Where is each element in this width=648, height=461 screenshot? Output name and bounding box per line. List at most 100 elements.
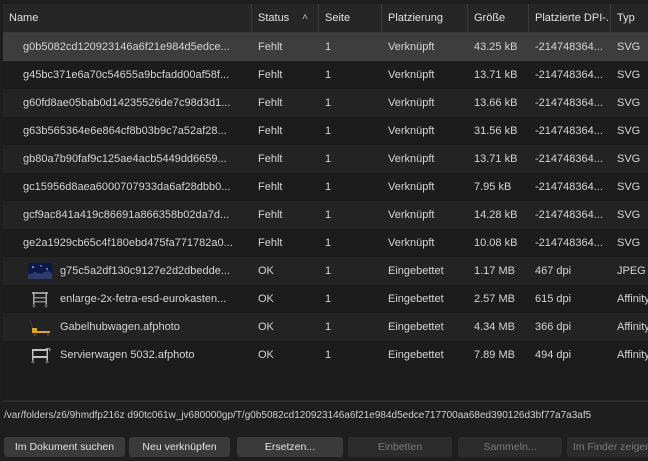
cell-size: 13.71 kB <box>474 153 518 165</box>
cell-typ: SVG <box>617 125 641 137</box>
cell-name: Servierwagen 5032.afphoto <box>60 349 195 361</box>
cell-typ: Affinity <box>617 293 648 305</box>
cell-name: gc15956d8aea6000707933da6af28dbb0... <box>23 181 231 193</box>
resource-table: Name Status ˄ Seite Platzierung Größe Pla… <box>3 4 648 400</box>
cell-seite: 1 <box>325 265 332 277</box>
show-in-finder-button[interactable]: Im Finder zeigen <box>567 437 648 457</box>
cell-seite: 1 <box>325 153 332 165</box>
cell-status: Fehlt <box>258 41 283 53</box>
cell-status: Fehlt <box>258 125 283 137</box>
chevron-up-icon: ˄ <box>302 12 308 23</box>
cell-size: 2.57 MB <box>474 293 515 305</box>
collect-button[interactable]: Sammeln... <box>458 437 562 457</box>
cell-typ: SVG <box>617 209 641 221</box>
cell-platzierung: Verknüpft <box>388 69 435 81</box>
cell-name: g45bc371e6a70c54655a9bcfadd00af58f... <box>23 69 230 81</box>
table-row[interactable]: gc15956d8aea6000707933da6af28dbb0... Fehl… <box>3 173 648 201</box>
column-header-platzierung[interactable]: Platzierung <box>382 4 468 32</box>
cell-name: g60fd8ae05bab0d14235526de7c98d3d1... <box>23 97 231 109</box>
column-header-seite[interactable]: Seite <box>319 4 382 32</box>
cell-name: g63b565364e6e864cf8b03b9c7a52af28... <box>23 125 227 137</box>
table-row[interactable]: Gabelhubwagen.afphoto OK 1 Eingebettet 4.34 … <box>3 313 648 341</box>
cell-seite: 1 <box>325 97 332 109</box>
cell-platzierung: Verknüpft <box>388 97 435 109</box>
column-header-typ-label: Typ <box>617 12 635 24</box>
cell-size: 10.08 kB <box>474 237 518 249</box>
cell-name: enlarge-2x-fetra-esd-eurokasten... <box>60 293 227 305</box>
table-row[interactable]: gcf9ac841a419c86691a866358b02da7d... Fehl… <box>3 201 648 229</box>
column-header-typ[interactable]: Typ <box>611 4 648 32</box>
cell-platzierung: Verknüpft <box>388 153 435 165</box>
horizontal-scrollbar[interactable] <box>3 400 648 402</box>
cell-typ: Affinity <box>617 321 648 333</box>
cell-typ: SVG <box>617 69 641 81</box>
cell-status: Fehlt <box>258 153 283 165</box>
cell-size: 4.34 MB <box>474 321 515 333</box>
table-row[interactable]: enlarge-2x-fetra-esd-eurokasten... OK 1 Ein… <box>3 285 648 313</box>
cell-name: ge2a1929cb65c4f180ebd475fa771782a0... <box>23 237 233 249</box>
column-header-status[interactable]: Status ˄ <box>252 4 319 32</box>
cell-status: Fehlt <box>258 181 283 193</box>
cell-size: 13.71 kB <box>474 69 518 81</box>
search-in-document-button[interactable]: Im Dokument suchen <box>4 437 125 457</box>
cell-typ: Affinity <box>617 349 648 361</box>
table-row[interactable]: g0b5082cd120923146a6f21e984d5edce... Fehl… <box>3 33 648 61</box>
cell-status: OK <box>258 321 274 333</box>
table-row[interactable]: g45bc371e6a70c54655a9bcfadd00af58f... Feh… <box>3 61 648 89</box>
column-header-groesse[interactable]: Größe <box>468 4 529 32</box>
cell-platzierung: Verknüpft <box>388 237 435 249</box>
table-row[interactable]: g75c5a2df130c9127e2d2dbedde... OK 1 Eingebe… <box>3 257 648 285</box>
cell-size: 43.25 kB <box>474 41 518 53</box>
column-header-dpi[interactable]: Platzierte DPI-... <box>529 4 611 32</box>
cell-seite: 1 <box>325 69 332 81</box>
cell-dpi: -214748364... <box>535 41 603 53</box>
column-header-name[interactable]: Name <box>3 4 252 32</box>
cell-size: 14.28 kB <box>474 209 518 221</box>
table-row[interactable]: ge2a1929cb65c4f180ebd475fa771782a0... Feh… <box>3 229 648 257</box>
cell-seite: 1 <box>325 293 332 305</box>
table-row[interactable]: g63b565364e6e864cf8b03b9c7a52af28... Fehl… <box>3 117 648 145</box>
cell-seite: 1 <box>325 209 332 221</box>
relink-button[interactable]: Neu verknüpfen <box>129 437 230 457</box>
cell-seite: 1 <box>325 181 332 193</box>
cell-status: Fehlt <box>258 69 283 81</box>
table-header: Name Status ˄ Seite Platzierung Größe Pla… <box>3 4 648 33</box>
cell-size: 13.66 kB <box>474 97 518 109</box>
cell-status: OK <box>258 265 274 277</box>
cell-platzierung: Eingebettet <box>388 349 444 361</box>
file-path: /var/folders/z6/9hmdfp216z d90tc061w_jv6… <box>4 410 592 421</box>
cell-status: Fehlt <box>258 209 283 221</box>
cell-platzierung: Verknüpft <box>388 41 435 53</box>
column-header-groesse-label: Größe <box>474 12 506 24</box>
cell-dpi: 467 dpi <box>535 265 572 277</box>
cell-dpi: 615 dpi <box>535 293 572 305</box>
cell-platzierung: Verknüpft <box>388 125 435 137</box>
cell-seite: 1 <box>325 321 332 333</box>
cell-typ: SVG <box>617 153 641 165</box>
cell-dpi: -214748364... <box>535 209 603 221</box>
cell-dpi: -214748364... <box>535 181 603 193</box>
cell-seite: 1 <box>325 349 332 361</box>
cell-dpi: 366 dpi <box>535 321 572 333</box>
cell-size: 1.17 MB <box>474 265 515 277</box>
cell-dpi: -214748364... <box>535 69 603 81</box>
replace-button[interactable]: Ersetzen... <box>237 437 343 457</box>
cell-name: gb80a7b90faf9c125ae4acb5449dd6659... <box>23 153 227 165</box>
cell-name: Gabelhubwagen.afphoto <box>60 321 180 333</box>
cell-platzierung: Eingebettet <box>388 293 444 305</box>
cell-seite: 1 <box>325 41 332 53</box>
cell-name: gcf9ac841a419c86691a866358b02da7d... <box>23 209 230 221</box>
embed-button[interactable]: Einbetten <box>348 437 452 457</box>
cell-seite: 1 <box>325 237 332 249</box>
cell-status: OK <box>258 349 274 361</box>
cell-platzierung: Eingebettet <box>388 265 444 277</box>
cell-dpi: -214748364... <box>535 153 603 165</box>
table-row[interactable]: g60fd8ae05bab0d14235526de7c98d3d1... Fehl… <box>3 89 648 117</box>
column-header-status-label: Status <box>258 12 290 24</box>
cell-dpi: 494 dpi <box>535 349 572 361</box>
cell-name: g0b5082cd120923146a6f21e984d5edce... <box>23 41 230 53</box>
table-row[interactable]: Servierwagen 5032.afphoto OK 1 Eingebettet 7… <box>3 341 648 369</box>
cell-typ: SVG <box>617 181 641 193</box>
cell-platzierung: Eingebettet <box>388 321 444 333</box>
table-row[interactable]: gb80a7b90faf9c125ae4acb5449dd6659... Fehl… <box>3 145 648 173</box>
